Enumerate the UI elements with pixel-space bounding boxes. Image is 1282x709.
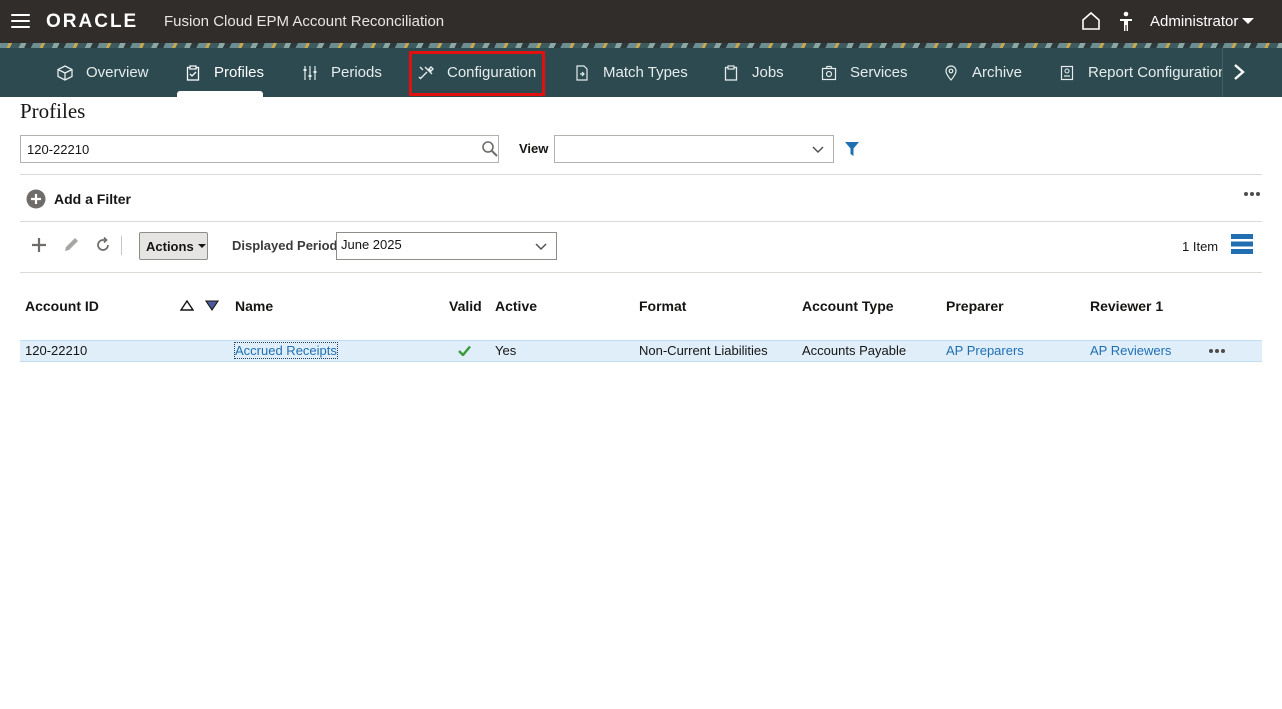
sort-descending-icon[interactable] bbox=[205, 300, 219, 311]
caret-down-icon bbox=[197, 244, 206, 248]
actions-menu-button[interactable]: Actions bbox=[139, 232, 208, 260]
tab-label: Overview bbox=[86, 64, 149, 81]
column-header-preparer[interactable]: Preparer bbox=[946, 298, 1004, 314]
home-icon[interactable] bbox=[1081, 11, 1101, 31]
cell-format: Non-Current Liabilities bbox=[639, 343, 768, 358]
column-header-reviewer-1[interactable]: Reviewer 1 bbox=[1090, 298, 1163, 314]
navigation-bar: Overview Profiles Periods Configuration … bbox=[0, 48, 1282, 97]
clipboard-icon bbox=[724, 64, 738, 81]
tab-label: Profiles bbox=[214, 64, 265, 81]
row-more-options-icon[interactable] bbox=[1208, 348, 1226, 354]
app-title: Fusion Cloud EPM Account Reconciliation bbox=[164, 13, 445, 30]
location-pin-icon bbox=[945, 64, 957, 81]
valid-check-icon bbox=[458, 345, 471, 356]
chevron-down-icon[interactable] bbox=[812, 146, 824, 154]
tab-label: Jobs bbox=[752, 64, 784, 81]
view-label: View bbox=[519, 141, 549, 156]
column-header-account-id[interactable]: Account ID bbox=[25, 298, 99, 314]
tab-label: Match Types bbox=[603, 64, 688, 81]
active-tab-indicator bbox=[177, 91, 263, 97]
divider bbox=[20, 174, 1262, 175]
tab-match-types[interactable]: Match Types bbox=[574, 48, 688, 97]
tab-label: Services bbox=[850, 64, 908, 81]
tab-profiles[interactable]: Profiles bbox=[185, 48, 264, 97]
add-filter-link[interactable]: Add a Filter bbox=[54, 191, 131, 207]
refresh-icon[interactable] bbox=[94, 236, 112, 254]
divider bbox=[20, 272, 1262, 273]
cube-icon bbox=[57, 64, 73, 81]
configuration-highlight-box bbox=[409, 51, 545, 96]
top-header: ORACLE Fusion Cloud EPM Account Reconcil… bbox=[0, 0, 1282, 43]
column-header-valid[interactable]: Valid bbox=[449, 298, 482, 314]
displayed-period-select[interactable]: June 2025 bbox=[336, 232, 557, 260]
view-select[interactable] bbox=[554, 135, 834, 163]
tab-report-configuration[interactable]: Report Configuration bbox=[1059, 48, 1226, 97]
chevron-down-icon[interactable] bbox=[1242, 18, 1254, 24]
actions-label: Actions bbox=[146, 238, 194, 254]
document-match-icon bbox=[576, 64, 588, 81]
tab-label: Archive bbox=[972, 64, 1023, 81]
sliders-icon bbox=[303, 65, 317, 80]
chevron-down-icon[interactable] bbox=[535, 243, 547, 251]
oracle-logo: ORACLE bbox=[46, 11, 139, 32]
column-header-format[interactable]: Format bbox=[639, 298, 686, 314]
cell-account-id: 120-22210 bbox=[25, 343, 88, 358]
list-view-icon[interactable] bbox=[1231, 234, 1253, 254]
chevron-right-icon[interactable] bbox=[1232, 63, 1246, 81]
cell-account-type: Accounts Payable bbox=[802, 343, 907, 358]
column-header-account-type[interactable]: Account Type bbox=[802, 298, 894, 314]
column-header-name[interactable]: Name bbox=[235, 298, 273, 314]
more-options-icon[interactable] bbox=[1243, 191, 1261, 197]
add-circle-icon[interactable] bbox=[26, 189, 46, 209]
preparer-link[interactable]: AP Preparers bbox=[946, 343, 1024, 358]
tab-label: Report Configuration bbox=[1088, 64, 1227, 81]
search-input[interactable]: 120-22210 bbox=[20, 135, 499, 163]
nav-overflow-area bbox=[1222, 48, 1282, 97]
item-count: 1 Item bbox=[1182, 239, 1219, 254]
menu-icon[interactable] bbox=[11, 14, 30, 28]
user-menu[interactable]: Administrator bbox=[1150, 13, 1238, 30]
tab-jobs[interactable]: Jobs bbox=[723, 48, 784, 97]
cell-active: Yes bbox=[495, 343, 517, 358]
sort-ascending-icon[interactable] bbox=[180, 300, 194, 311]
tab-periods[interactable]: Periods bbox=[302, 48, 382, 97]
profile-name-link[interactable]: Accrued Receipts bbox=[234, 342, 338, 359]
tab-label: Periods bbox=[331, 64, 382, 81]
add-icon[interactable] bbox=[30, 236, 48, 254]
divider bbox=[20, 221, 1262, 222]
page-title: Profiles bbox=[20, 99, 86, 123]
reviewer-link[interactable]: AP Reviewers bbox=[1090, 343, 1171, 358]
report-icon bbox=[1060, 65, 1074, 80]
camera-box-icon bbox=[821, 65, 837, 80]
edit-pencil-icon[interactable] bbox=[62, 236, 80, 254]
tab-services[interactable]: Services bbox=[821, 48, 908, 97]
filter-icon[interactable] bbox=[845, 142, 859, 156]
search-icon[interactable] bbox=[481, 140, 498, 157]
toolbar-separator bbox=[121, 236, 122, 255]
tab-overview[interactable]: Overview bbox=[57, 48, 149, 97]
clipboard-check-icon bbox=[186, 64, 200, 81]
tab-archive[interactable]: Archive bbox=[943, 48, 1022, 97]
column-header-active[interactable]: Active bbox=[495, 298, 537, 314]
accessibility-icon[interactable] bbox=[1118, 11, 1134, 32]
displayed-period-label: Displayed Period bbox=[232, 238, 338, 253]
